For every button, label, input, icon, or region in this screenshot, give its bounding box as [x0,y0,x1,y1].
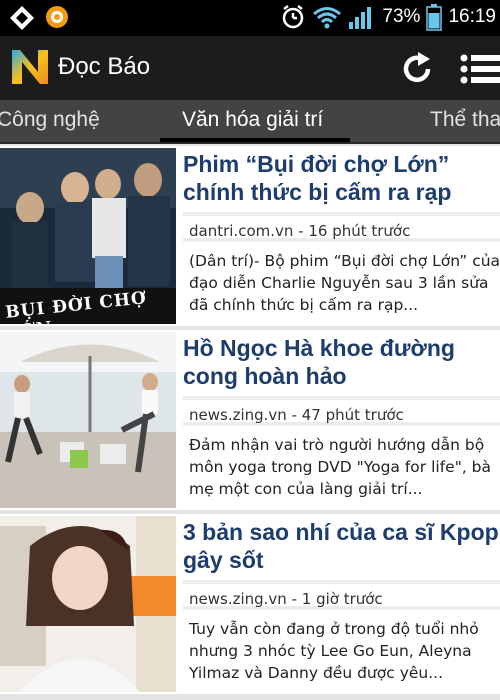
article-source: dantri.com.vn - 16 phút trước [183,212,500,242]
article-card[interactable]: BỤI ĐỜI CHỢ LỚN Phim “Bụi đời chợ Lớn” c… [0,146,500,326]
article-thumbnail [0,516,176,692]
article-summary: Đảm nhận vai trò người hướng dẫn bộ môn … [189,436,492,498]
article-headline[interactable]: Phim “Bụi đời chợ Lớn” chính thức bị cấm… [183,150,500,206]
status-bar: 73% 16:19 [0,0,500,36]
tab-van-hoa-giai-tri[interactable]: Văn hóa giải trí [182,108,323,132]
article-source: news.zing.vn - 1 giờ trước [183,580,500,610]
active-tab-indicator [160,138,350,142]
clock: 16:19 [448,6,496,27]
article-summary: (Dân trí)- Bộ phim “Bụi đời chợ Lớn” của… [189,252,500,314]
signal-icon [349,7,372,29]
refresh-icon[interactable] [398,50,436,88]
article-summary: Tuy vẫn còn đang ở trong độ tuổi nhỏ như… [189,620,479,682]
app-logo-icon [12,50,48,84]
category-tabs: Công nghệ Văn hóa giải trí Thể thao [0,100,500,144]
article-card[interactable]: 3 bản sao nhí của ca sĩ Kpop gây sốt new… [0,514,500,694]
article-thumbnail: BỤI ĐỜI CHỢ LỚN [0,148,176,324]
browser-icon [46,6,68,28]
tab-the-thao[interactable]: Thể thao [430,108,500,132]
article-card[interactable]: Hồ Ngọc Hà khoe đường cong hoàn hảo news… [0,330,500,510]
app-bar: Đọc Báo [0,36,500,100]
article-headline[interactable]: 3 bản sao nhí của ca sĩ Kpop gây sốt [183,518,500,574]
battery-icon [426,4,443,31]
wifi-icon [313,7,342,29]
article-list: BỤI ĐỜI CHỢ LỚN Phim “Bụi đời chợ Lớn” c… [0,146,500,700]
article-thumbnail [0,332,176,508]
app-title: Đọc Báo [58,53,151,80]
battery-percent: 73% [382,6,421,27]
article-headline[interactable]: Hồ Ngọc Hà khoe đường cong hoàn hảo [183,334,500,390]
notification-icon [10,6,34,30]
article-source: news.zing.vn - 47 phút trước [183,396,500,426]
alarm-icon [283,5,304,29]
tab-cong-nghe[interactable]: Công nghệ [0,108,100,132]
menu-icon[interactable] [458,52,500,86]
